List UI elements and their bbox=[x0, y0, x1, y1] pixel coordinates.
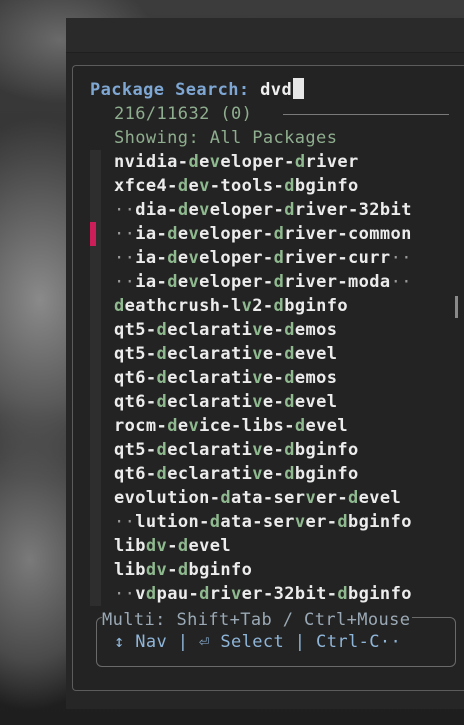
result-item[interactable]: rocm-device-libs-devel bbox=[114, 414, 348, 438]
result-item[interactable]: deathcrush-lv2-dbginfo bbox=[114, 294, 348, 318]
result-item[interactable]: qt5-declarative-devel bbox=[114, 342, 337, 366]
result-item[interactable]: libdv-dbginfo bbox=[114, 558, 252, 582]
result-item[interactable]: ··ia-developer-driver-moda·· bbox=[114, 270, 412, 294]
current-item-marker bbox=[90, 222, 96, 246]
scrollbar-thumb[interactable] bbox=[455, 296, 458, 318]
text-cursor bbox=[293, 78, 305, 99]
result-item[interactable]: qt6-declarative-demos bbox=[114, 366, 337, 390]
help-keys: ↕ Nav | ⏎ Select | Ctrl-C·· bbox=[114, 632, 402, 652]
help-multi: Multi: Shift+Tab / Ctrl+Mouse bbox=[102, 608, 413, 632]
result-item[interactable]: ··vdpau-driver-32bit-dbginfo bbox=[114, 582, 412, 606]
result-item[interactable]: ··dia-developer-driver-32bit bbox=[114, 198, 412, 222]
result-item[interactable]: qt5-declarative-demos bbox=[114, 318, 337, 342]
result-item[interactable]: evolution-data-server-devel bbox=[114, 486, 401, 510]
filter-status: Showing: All Packages bbox=[114, 128, 338, 148]
result-item[interactable]: xfce4-dev-tools-dbginfo bbox=[114, 174, 359, 198]
result-item[interactable]: nvidia-developer-driver bbox=[114, 150, 359, 174]
search-input[interactable]: dvd bbox=[260, 80, 292, 100]
result-item[interactable]: qt5-declarative-dbginfo bbox=[114, 438, 359, 462]
result-item[interactable]: ··ia-developer-driver-common bbox=[114, 222, 412, 246]
result-item[interactable]: ··ia-developer-driver-curr·· bbox=[114, 246, 412, 270]
counter-divider bbox=[283, 114, 449, 115]
selection-gutter bbox=[90, 150, 101, 606]
result-item[interactable]: libdv-devel bbox=[114, 534, 231, 558]
search-prompt[interactable]: Package Search: dvd bbox=[90, 78, 305, 102]
result-item[interactable]: ··lution-data-server-dbginfo bbox=[114, 510, 412, 534]
terminal-titlebar bbox=[66, 18, 464, 53]
result-item[interactable]: qt6-declarative-dbginfo bbox=[114, 462, 359, 486]
result-item[interactable]: qt6-declarative-devel bbox=[114, 390, 337, 414]
match-counter: 216/11632 (0) bbox=[114, 104, 253, 124]
search-label: Package Search: bbox=[90, 80, 261, 100]
